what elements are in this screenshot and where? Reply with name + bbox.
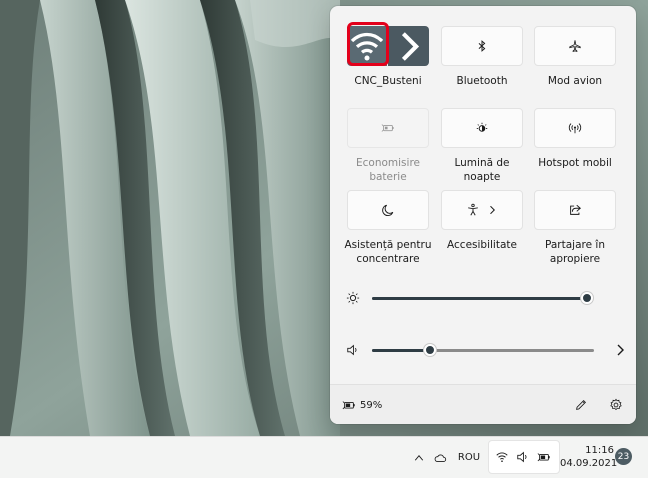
airplane-mode-tile[interactable] <box>534 26 616 66</box>
night-light-tile[interactable] <box>441 108 523 148</box>
quick-settings-panel: CNC_Busteni Bluetooth Mod avion Economis… <box>330 6 636 424</box>
gear-icon <box>610 398 622 411</box>
volume-output-chevron-icon[interactable] <box>612 342 628 358</box>
battery-saver-tile[interactable] <box>347 108 429 148</box>
night-light-label: Lumină de noapte <box>454 157 510 183</box>
speaker-icon <box>517 451 527 463</box>
speaker-icon <box>347 344 357 356</box>
settings-button[interactable] <box>607 396 625 414</box>
battery-percent: 59% <box>360 399 383 411</box>
clock-time: 11:16 <box>585 445 614 456</box>
brightness-slider[interactable] <box>346 288 624 308</box>
edit-quick-settings-button[interactable] <box>572 396 590 414</box>
share-icon <box>570 204 581 215</box>
hotspot-icon <box>568 123 582 134</box>
notification-badge[interactable]: 23 <box>615 448 632 465</box>
nearby-sharing-label: Partajare în apropiere <box>545 239 605 265</box>
battery-status[interactable]: 59% <box>342 398 382 412</box>
brightness-icon <box>346 291 360 305</box>
airplane-mode-label: Mod avion <box>547 75 603 87</box>
bluetooth-label: Bluetooth <box>456 75 508 87</box>
focus-assist-label: Asistență pentru concentrare <box>344 239 432 265</box>
accessibility-tile[interactable] <box>441 190 523 230</box>
brightness-thumb[interactable] <box>581 292 593 304</box>
bluetooth-tile[interactable] <box>441 26 523 66</box>
taskbar: ROU 11:16 04.09.2021 23 <box>0 436 648 478</box>
brightness-fill <box>372 297 587 300</box>
mobile-hotspot-label: Hotspot mobil <box>538 157 612 169</box>
pencil-icon <box>576 400 586 410</box>
chevron-right-icon <box>401 31 420 61</box>
accessibility-label: Accesibilitate <box>447 239 517 251</box>
cloud-icon <box>434 454 447 462</box>
show-hidden-icons-button[interactable] <box>410 437 428 478</box>
clock-date: 04.09.2021 <box>560 458 618 469</box>
accessibility-icon <box>468 203 478 216</box>
mobile-hotspot-tile[interactable] <box>534 108 616 148</box>
battery-icon <box>537 453 550 462</box>
battery-icon <box>342 401 355 410</box>
volume-slider[interactable] <box>346 340 624 360</box>
wifi-expand-button[interactable] <box>388 26 429 66</box>
bluetooth-icon <box>478 40 486 52</box>
battery-saver-icon <box>381 124 394 132</box>
nearby-sharing-tile[interactable] <box>534 190 616 230</box>
onedrive-button[interactable] <box>430 437 450 478</box>
system-tray-group[interactable] <box>488 440 560 474</box>
airplane-icon <box>569 40 581 53</box>
quick-settings-footer: 59% <box>330 384 636 424</box>
volume-thumb[interactable] <box>424 344 436 356</box>
input-language-button[interactable]: ROU <box>455 437 483 478</box>
clock[interactable]: 11:16 04.09.2021 <box>560 437 618 478</box>
wifi-highlight-box <box>347 22 389 66</box>
wifi-icon <box>496 452 508 462</box>
chevron-right-icon <box>490 205 495 215</box>
chevron-up-icon <box>414 454 424 461</box>
focus-assist-tile[interactable] <box>347 190 429 230</box>
wifi-label: CNC_Busteni <box>354 75 422 87</box>
night-light-icon <box>476 122 488 132</box>
moon-icon <box>382 204 394 216</box>
volume-fill <box>372 349 430 352</box>
battery-saver-label: Economisire baterie <box>356 157 420 183</box>
